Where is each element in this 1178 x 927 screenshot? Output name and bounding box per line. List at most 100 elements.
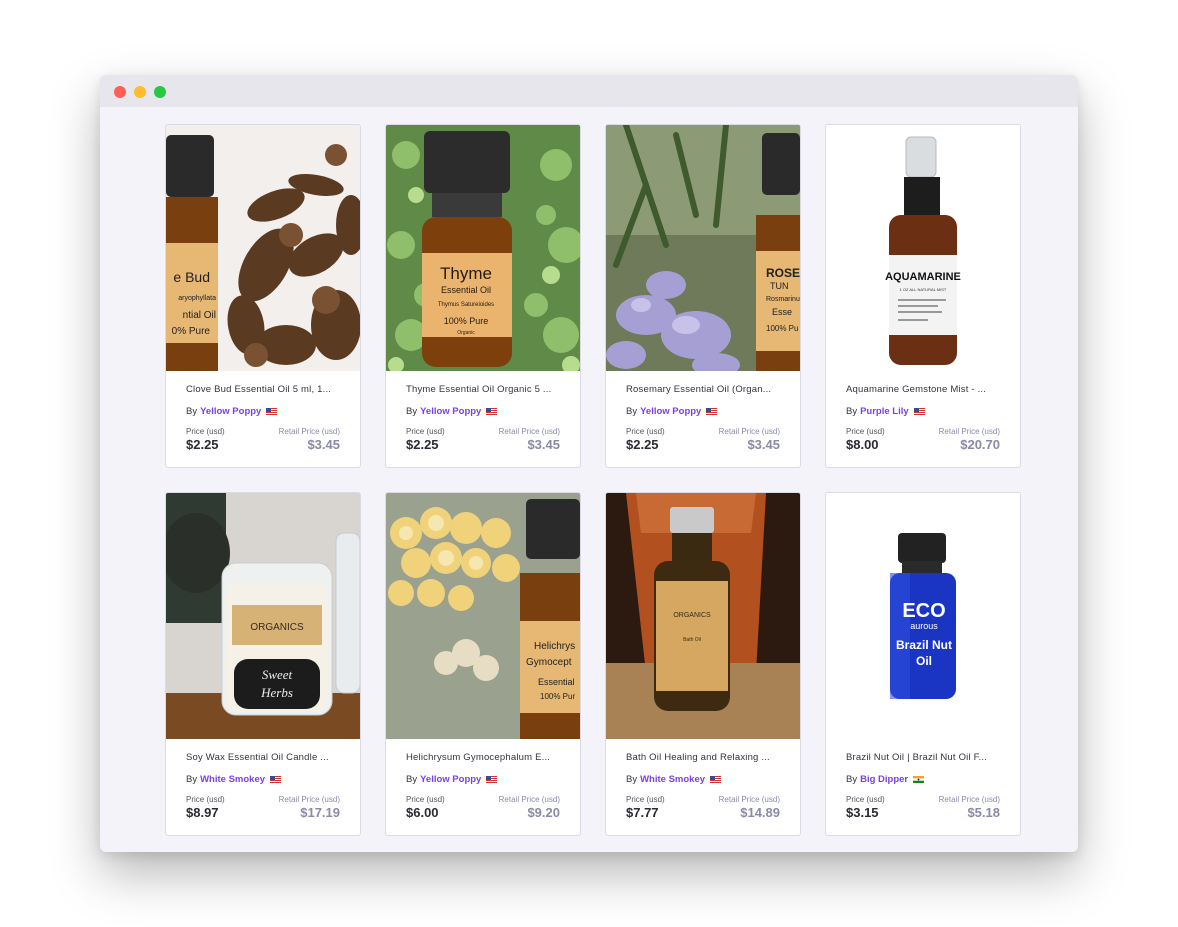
by-label: By: [406, 406, 418, 417]
label-text: Oil: [916, 654, 932, 668]
price: $3.15: [846, 805, 879, 820]
product-name[interactable]: Aquamarine Gemstone Mist - ...: [846, 384, 1000, 397]
us-flag-icon: [486, 776, 498, 783]
label-text: ROSE: [766, 266, 800, 280]
label-text: Essential: [538, 677, 575, 687]
label-text: e Bud: [173, 269, 210, 285]
retail-price: $20.70: [960, 437, 1000, 452]
browser-window: e Bud aryophyllata ntial Oil 0% Pure Clo…: [100, 75, 1078, 852]
product-card[interactable]: ROSE TUN Rosmarinu Esse 100% Pu Rosemary…: [605, 124, 801, 468]
retail-price-label: Retail Price (usd): [718, 795, 780, 804]
product-image-helichrysum[interactable]: Helichrys Gymocept Essential 100% Pur: [386, 493, 580, 739]
label-text: Brazil Nut: [896, 638, 952, 652]
seller-link[interactable]: Big Dipper: [860, 774, 908, 785]
product-name[interactable]: Thyme Essential Oil Organic 5 ...: [406, 384, 560, 397]
label-text: ORGANICS: [250, 622, 304, 633]
retail-price-label: Retail Price (usd): [938, 795, 1000, 804]
label-text: aurous: [910, 621, 938, 631]
us-flag-icon: [710, 776, 722, 783]
by-label: By: [626, 406, 638, 417]
product-name[interactable]: Soy Wax Essential Oil Candle ...: [186, 752, 340, 765]
price-label: Price (usd): [626, 427, 665, 436]
price: $2.25: [186, 437, 219, 452]
product-card[interactable]: Thyme Essential Oil Thymus Satureioides …: [385, 124, 581, 468]
seller-link[interactable]: Yellow Poppy: [640, 406, 701, 417]
by-label: By: [626, 774, 638, 785]
retail-price: $3.45: [307, 437, 340, 452]
seller-line: By White Smokey: [186, 773, 340, 786]
seller-line: By Yellow Poppy: [406, 773, 560, 786]
seller-link[interactable]: Yellow Poppy: [420, 774, 481, 785]
product-card[interactable]: Helichrys Gymocept Essential 100% Pur He…: [385, 492, 581, 836]
product-name[interactable]: Rosemary Essential Oil (Organ...: [626, 384, 780, 397]
us-flag-icon: [266, 408, 278, 415]
product-image-aquamarine[interactable]: AQUAMARINE 1 OZ ALL NATURAL MIST: [826, 125, 1020, 371]
retail-price-label: Retail Price (usd): [498, 427, 560, 436]
seller-line: By White Smokey: [626, 773, 780, 786]
price-label: Price (usd): [626, 795, 665, 804]
by-label: By: [186, 406, 198, 417]
label-text: aryophyllata: [178, 295, 216, 302]
label-text: 100% Pur: [540, 692, 575, 701]
price: $7.77: [626, 805, 659, 820]
seller-link[interactable]: Purple Lily: [860, 406, 909, 417]
product-image-brazil-nut[interactable]: ECO aurous Brazil Nut Oil: [826, 493, 1020, 739]
label-text: Organic: [457, 330, 475, 336]
close-window-button[interactable]: [114, 86, 126, 98]
product-card[interactable]: ORGANICS Bath Oil Bath Oil Healing and R…: [605, 492, 801, 836]
by-label: By: [186, 774, 198, 785]
product-card[interactable]: e Bud aryophyllata ntial Oil 0% Pure Clo…: [165, 124, 361, 468]
label-text: Herbs: [260, 685, 293, 700]
retail-price: $3.45: [747, 437, 780, 452]
label-text: ntial Oil: [183, 310, 216, 321]
price: $6.00: [406, 805, 439, 820]
retail-price: $3.45: [527, 437, 560, 452]
label-text: Thymus Satureioides: [438, 302, 494, 308]
label-text: Sweet: [262, 667, 293, 682]
by-label: By: [846, 406, 858, 417]
label-text: 100% Pure: [444, 316, 489, 326]
seller-line: By Big Dipper: [846, 773, 1000, 786]
product-name[interactable]: Helichrysum Gymocephalum E...: [406, 752, 560, 765]
price-label: Price (usd): [186, 427, 225, 436]
label-text: 100% Pu: [766, 324, 798, 333]
price-label: Price (usd): [406, 795, 445, 804]
retail-price: $9.20: [527, 805, 560, 820]
product-image-candle[interactable]: ORGANICS Sweet Herbs: [166, 493, 360, 739]
product-name[interactable]: Bath Oil Healing and Relaxing ...: [626, 752, 780, 765]
label-text: Rosmarinu: [766, 296, 800, 303]
us-flag-icon: [486, 408, 498, 415]
seller-line: By Purple Lily: [846, 405, 1000, 418]
seller-link[interactable]: White Smokey: [200, 774, 265, 785]
seller-link[interactable]: White Smokey: [640, 774, 705, 785]
product-image-clove[interactable]: e Bud aryophyllata ntial Oil 0% Pure: [166, 125, 360, 371]
price: $2.25: [626, 437, 659, 452]
us-flag-icon: [913, 408, 925, 415]
product-grid: e Bud aryophyllata ntial Oil 0% Pure Clo…: [165, 124, 1021, 836]
product-card[interactable]: ECO aurous Brazil Nut Oil Brazil Nut Oil…: [825, 492, 1021, 836]
zoom-window-button[interactable]: [154, 86, 166, 98]
product-card[interactable]: ORGANICS Sweet Herbs Soy Wax Essential O…: [165, 492, 361, 836]
seller-line: By Yellow Poppy: [186, 405, 340, 418]
product-image-bath-oil[interactable]: ORGANICS Bath Oil: [606, 493, 800, 739]
product-name[interactable]: Brazil Nut Oil | Brazil Nut Oil F...: [846, 752, 1000, 765]
price-label: Price (usd): [406, 427, 445, 436]
label-text: 1 OZ ALL NATURAL MIST: [900, 287, 947, 292]
us-flag-icon: [706, 408, 718, 415]
us-flag-icon: [270, 776, 282, 783]
by-label: By: [846, 774, 858, 785]
retail-price: $17.19: [300, 805, 340, 820]
label-text: Gymocept: [526, 657, 572, 668]
product-name[interactable]: Clove Bud Essential Oil 5 ml, 1...: [186, 384, 340, 397]
price-label: Price (usd): [186, 795, 225, 804]
product-image-rosemary[interactable]: ROSE TUN Rosmarinu Esse 100% Pu: [606, 125, 800, 371]
seller-line: By Yellow Poppy: [626, 405, 780, 418]
product-card[interactable]: AQUAMARINE 1 OZ ALL NATURAL MIST Aquamar…: [825, 124, 1021, 468]
label-text: TUN: [770, 281, 789, 291]
window-titlebar: [100, 75, 1078, 107]
seller-link[interactable]: Yellow Poppy: [200, 406, 261, 417]
price-label: Price (usd): [846, 795, 885, 804]
minimize-window-button[interactable]: [134, 86, 146, 98]
seller-link[interactable]: Yellow Poppy: [420, 406, 481, 417]
product-image-thyme[interactable]: Thyme Essential Oil Thymus Satureioides …: [386, 125, 580, 371]
